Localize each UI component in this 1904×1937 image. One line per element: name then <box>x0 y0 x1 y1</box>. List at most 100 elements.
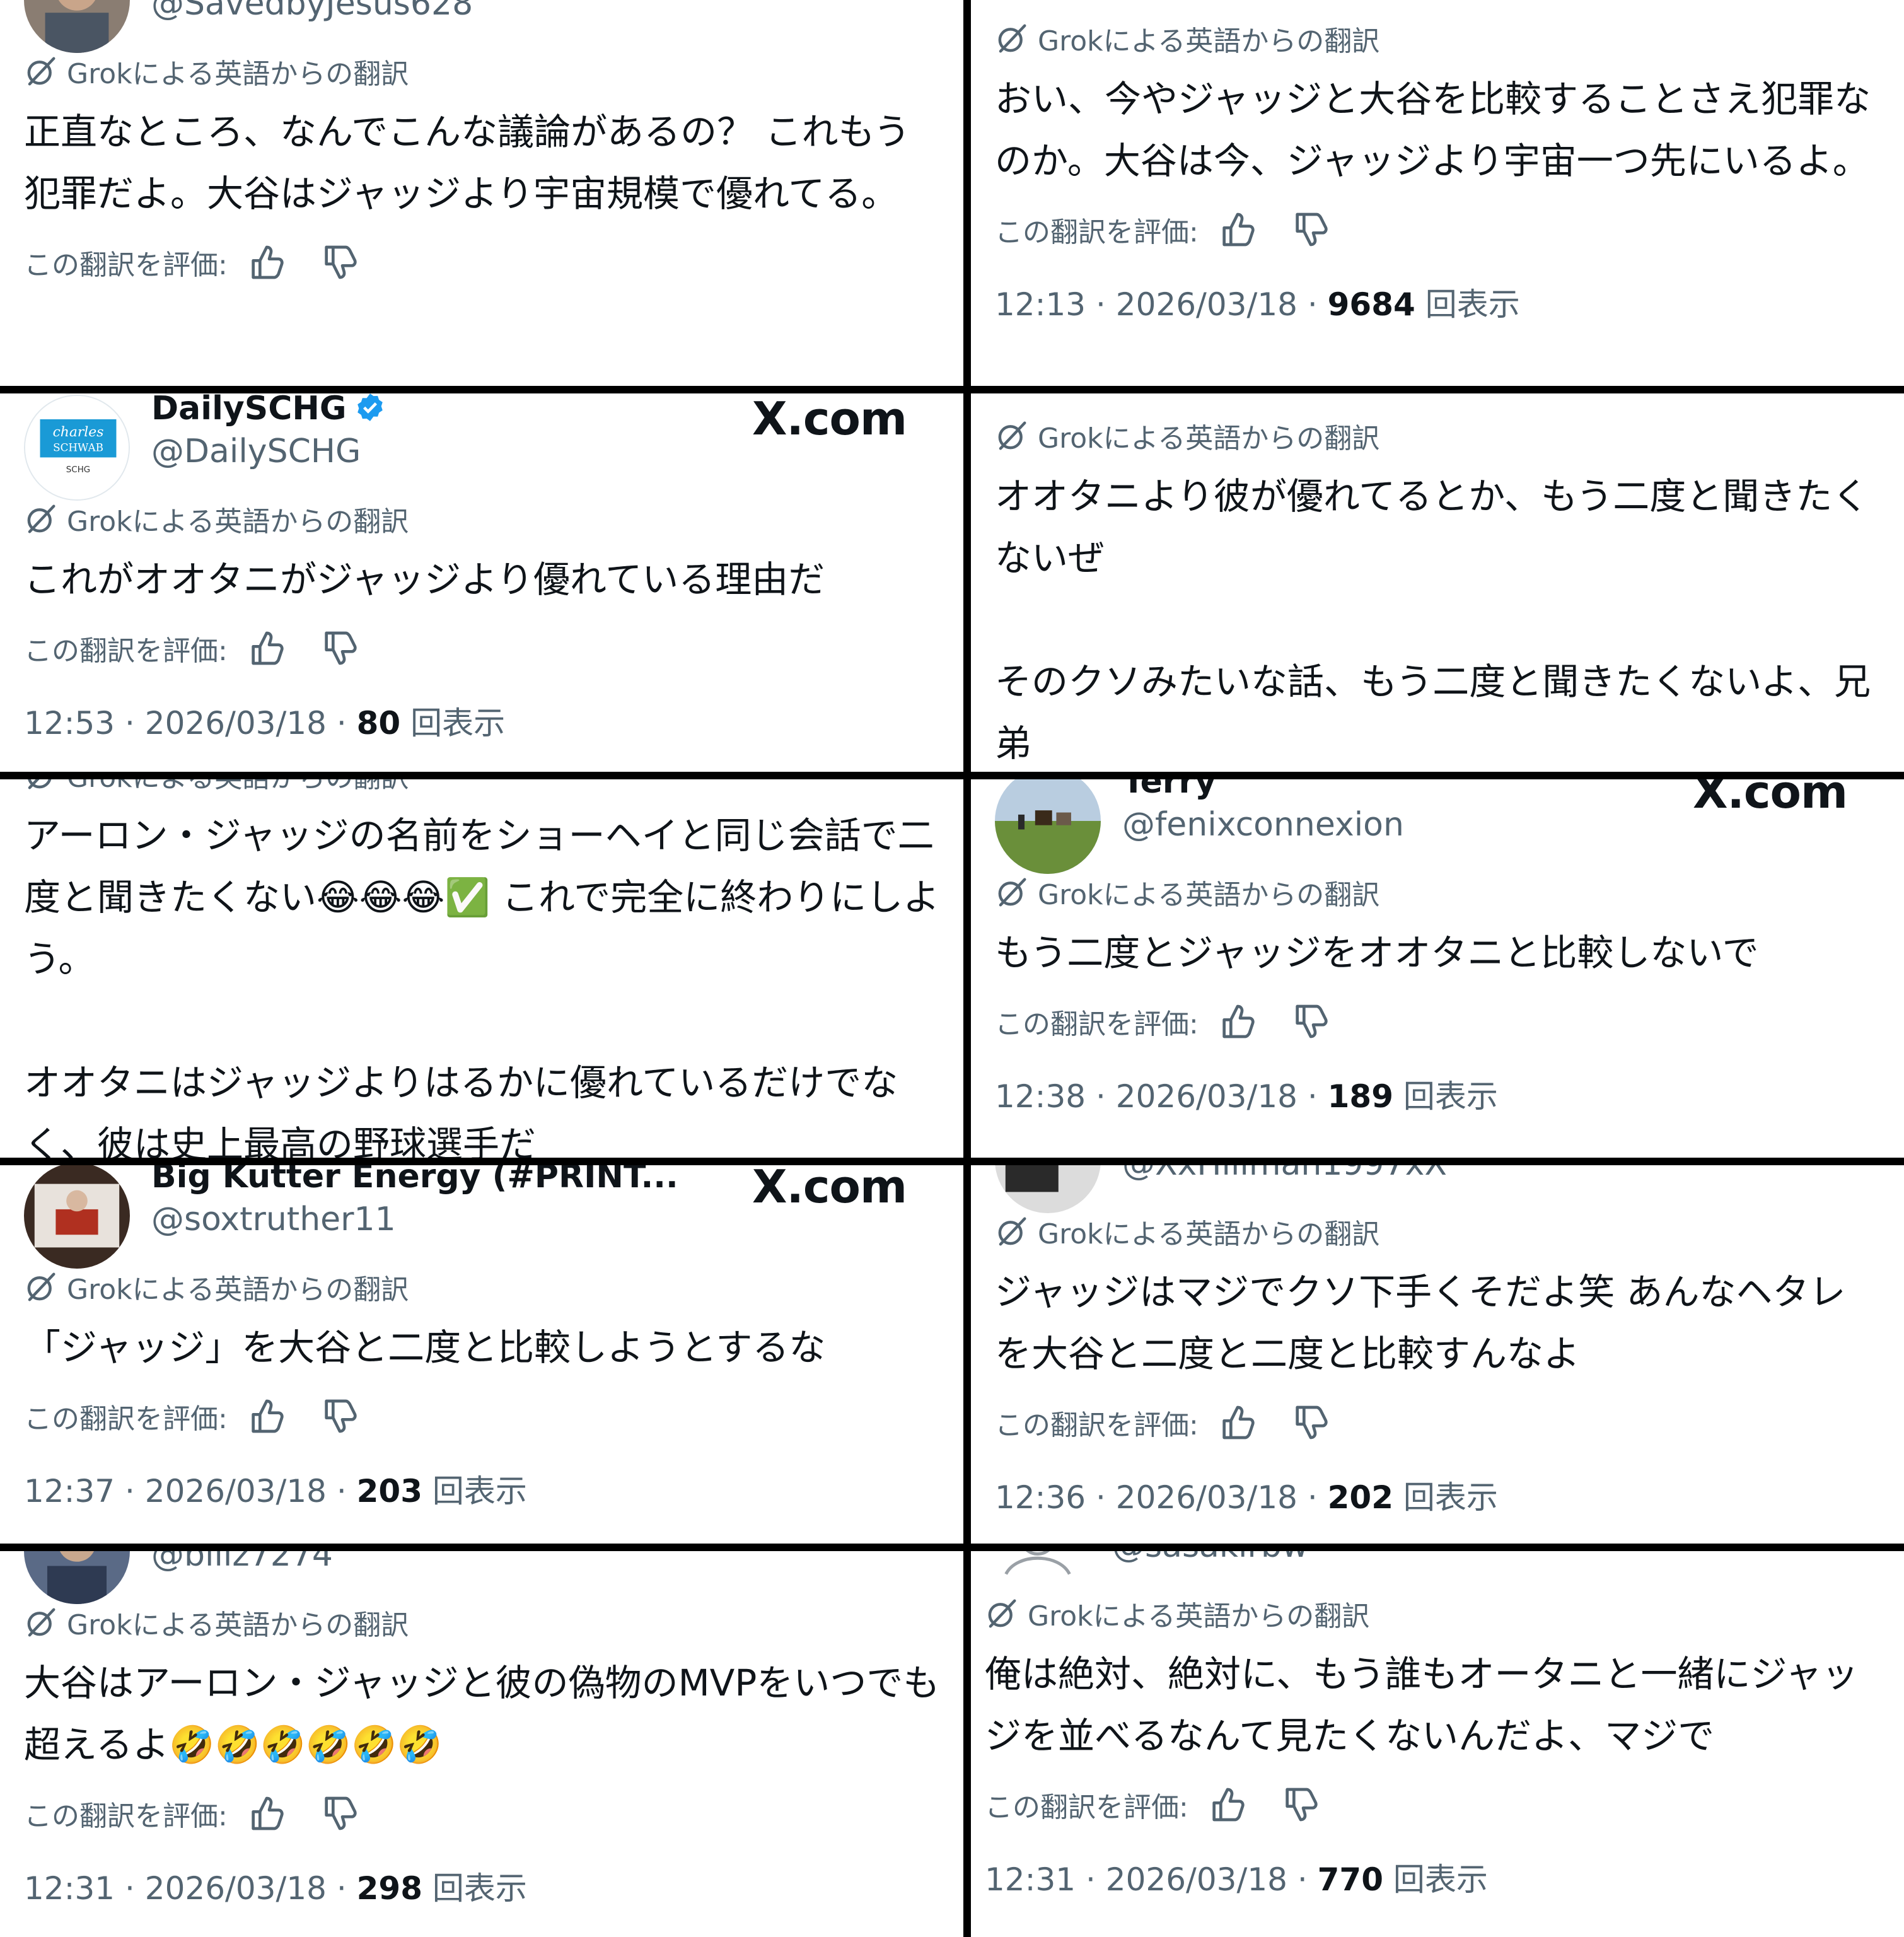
tweet-card-9: @billz7274 Grokによる英語からの翻訳 大谷はアーロン・ジャッジと彼… <box>0 1551 963 1937</box>
rate-translation: この翻訳を評価: <box>24 237 963 288</box>
grok-label: Grokによる英語からの翻訳 <box>1038 1218 1380 1250</box>
views-label: 回表示 <box>1393 1861 1488 1898</box>
tweet-timestamp[interactable]: 12:36 · 2026/03/18 · <box>995 1479 1328 1516</box>
thumbs-down-icon[interactable] <box>320 242 360 282</box>
grok-icon <box>998 1217 1026 1246</box>
grok-label: Grokによる英語からの翻訳 <box>1028 1600 1370 1632</box>
tweet-card-2: Grokによる英語からの翻訳 おい、今やジャッジと大谷を比較することさえ犯罪なの… <box>971 0 1904 386</box>
grok-icon <box>998 421 1026 450</box>
tweet-meta: 12:38 · 2026/03/18 · 189 回表示 <box>995 1074 1904 1119</box>
thumbs-down-icon[interactable] <box>1291 209 1331 250</box>
views-label: 回表示 <box>1425 286 1520 323</box>
thumbs-up-icon[interactable] <box>247 1793 287 1834</box>
user-handle[interactable]: @soxtruther11 <box>151 1199 396 1240</box>
rate-translation: この翻訳を評価: <box>995 996 1904 1047</box>
display-name[interactable]: Terry <box>1122 779 1216 802</box>
view-count: 203 <box>356 1473 423 1509</box>
tweet-timestamp[interactable]: 12:53 · 2026/03/18 · <box>24 705 357 742</box>
thumbs-down-icon[interactable] <box>320 1793 360 1834</box>
rate-translation: この翻訳を評価: <box>24 623 963 673</box>
thumbs-up-icon[interactable] <box>247 1396 287 1436</box>
tweet-card-6: Terry @fenixconnexion X.com Grokによる英語からの… <box>971 779 1904 1158</box>
views-label: 回表示 <box>432 1473 527 1509</box>
x-com-watermark: X.com <box>752 393 907 445</box>
tweet-card-5: Grokによる英語からの翻訳 アーロン・ジャッジの名前をショーヘイと同じ会話で二… <box>0 779 963 1158</box>
grok-label: Grokによる英語からの翻訳 <box>67 506 409 538</box>
rate-label: この翻訳を評価: <box>995 1409 1199 1441</box>
grok-icon <box>988 1599 1016 1628</box>
tweet-text: 正直なところ、なんでこんな議論があるの？ これもう犯罪だよ。大谷はジャッジより宇… <box>24 110 910 215</box>
user-handle[interactable]: @billz7274 <box>151 1551 333 1575</box>
avatar[interactable] <box>24 1165 130 1269</box>
tweet-card-8: @XxHillman1997xX Grokによる英語からの翻訳 ジャッジはマジで… <box>971 1165 1904 1544</box>
grok-icon <box>998 24 1026 53</box>
rate-label: この翻訳を評価: <box>24 1800 228 1832</box>
tweet-timestamp[interactable]: 12:38 · 2026/03/18 · <box>995 1078 1328 1115</box>
thumbs-up-icon[interactable] <box>247 242 287 282</box>
grok-label: Grokによる英語からの翻訳 <box>1038 25 1380 57</box>
tweet-meta: 12:37 · 2026/03/18 · 203 回表示 <box>24 1469 963 1513</box>
thumbs-up-icon[interactable] <box>1207 1784 1248 1825</box>
avatar[interactable] <box>995 1165 1101 1213</box>
thumbs-up-icon[interactable] <box>1217 1402 1258 1443</box>
thumbs-down-icon[interactable] <box>1280 1784 1321 1825</box>
user-handle[interactable]: @fenixconnexion <box>1122 805 1404 845</box>
grok-label: Grokによる英語からの翻訳 <box>67 58 409 90</box>
tweet-text: ジャッジはマジでクソ下手くそだよ笑 あんなヘタレを大谷と二度と二度と比較すんなよ <box>995 1271 1846 1375</box>
views-label: 回表示 <box>1403 1078 1498 1115</box>
tweet-meta: 12:31 · 2026/03/18 · 298 回表示 <box>24 1866 963 1911</box>
grok-translation-note: Grokによる英語からの翻訳 <box>24 1602 963 1643</box>
tweet-card-10: @sasakirbw Grokによる英語からの翻訳 俺は絶対、絶対に、もう誰もオ… <box>971 1551 1904 1937</box>
grok-icon <box>998 878 1026 907</box>
view-count: 298 <box>356 1870 423 1907</box>
tweet-timestamp[interactable]: 12:13 · 2026/03/18 · <box>995 286 1328 323</box>
view-count: 202 <box>1327 1479 1394 1516</box>
grok-label: Grokによる英語からの翻訳 <box>1038 879 1380 911</box>
thumbs-down-icon[interactable] <box>1291 1001 1331 1042</box>
tweet-text: 「ジャッジ」を大谷と二度と比較しようとするな <box>24 1326 826 1369</box>
rate-translation: この翻訳を評価: <box>995 204 1904 255</box>
tweet-card-1: @SavedbyJesus628 X.com Grokによる英語からの翻訳 正直… <box>0 0 963 386</box>
grok-translation-note: Grokによる英語からの翻訳 <box>995 1211 1904 1252</box>
tweet-card-7: Big Kutter Energy (#PRINT... @soxtruther… <box>0 1165 963 1544</box>
thumbs-up-icon[interactable] <box>247 628 287 668</box>
vertical-divider <box>963 0 971 1937</box>
display-name[interactable]: Big Kutter Energy (#PRINT... <box>151 1165 678 1197</box>
rate-translation: この翻訳を評価: <box>995 1397 1904 1448</box>
svg-text:charles: charles <box>53 424 104 440</box>
tweet-text: 大谷はアーロン・ジャッジと彼の偽物のMVPをいつでも超えるよ🤣🤣🤣🤣🤣🤣 <box>24 1661 940 1766</box>
tweet-meta: 12:53 · 2026/03/18 · 80 回表示 <box>24 701 963 745</box>
avatar[interactable]: charles SCHWAB SCHG <box>24 395 130 501</box>
rate-label: この翻訳を評価: <box>995 1008 1199 1040</box>
views-label: 回表示 <box>432 1870 527 1907</box>
tweet-timestamp[interactable]: 12:31 · 2026/03/18 · <box>985 1861 1318 1898</box>
thumbs-up-icon[interactable] <box>1217 209 1258 250</box>
avatar[interactable] <box>24 0 130 53</box>
tweet-timestamp[interactable]: 12:37 · 2026/03/18 · <box>24 1473 357 1509</box>
display-name[interactable]: DailySCHG <box>151 393 386 429</box>
view-count: 9684 <box>1327 286 1415 323</box>
tweet-text: おい、今やジャッジと大谷を比較することさえ犯罪なのか。大谷は今、ジャッジより宇宙… <box>995 78 1871 182</box>
tweet-text: 俺は絶対、絶対に、もう誰もオータニと一緒にジャッジを並べるなんて見たくないんだよ… <box>985 1653 1859 1757</box>
rate-translation: この翻訳を評価: <box>24 1391 963 1441</box>
thumbs-down-icon[interactable] <box>320 628 360 668</box>
svg-text:SCHWAB: SCHWAB <box>53 441 103 453</box>
user-handle[interactable]: @SavedbyJesus628 <box>151 0 473 24</box>
thumbs-up-icon[interactable] <box>1217 1001 1258 1042</box>
user-handle[interactable]: @DailySCHG <box>151 431 361 472</box>
tweet-card-3: charles SCHWAB SCHG DailySCHG @DailySCHG X… <box>0 393 963 772</box>
grok-icon <box>28 779 52 789</box>
thumbs-down-icon[interactable] <box>1291 1402 1331 1443</box>
thumbs-down-icon[interactable] <box>320 1396 360 1436</box>
view-count: 189 <box>1327 1078 1394 1115</box>
user-handle[interactable]: @XxHillman1997xX <box>1122 1165 1447 1184</box>
tweet-author: @SavedbyJesus628 X.com <box>0 0 963 53</box>
avatar[interactable] <box>24 1551 130 1604</box>
avatar[interactable] <box>995 779 1101 874</box>
grok-translation-note: Grokによる英語からの翻訳 <box>24 50 963 92</box>
avatar[interactable] <box>985 1551 1091 1595</box>
horizontal-divider <box>0 386 1904 393</box>
tweet-timestamp[interactable]: 12:31 · 2026/03/18 · <box>24 1870 357 1907</box>
grok-label: Grokによる英語からの翻訳 <box>67 779 409 795</box>
user-handle[interactable]: @sasakirbw <box>1112 1551 1308 1566</box>
